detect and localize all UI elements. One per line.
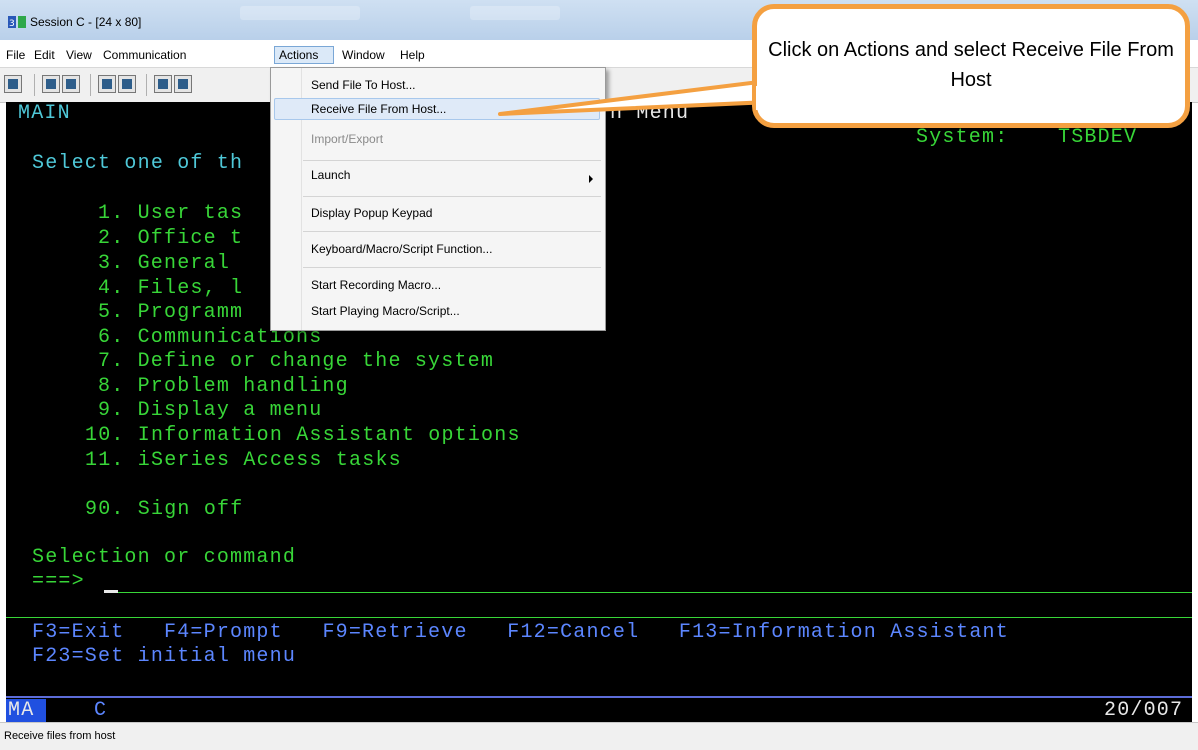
menu-communication[interactable]: Communication [99, 46, 190, 64]
screen-prompt: Select one of th [32, 152, 244, 175]
toolbar-separator [34, 74, 35, 96]
app-icon: 3 [8, 16, 26, 28]
function-keys-row: F3=Exit F4=Prompt F9=Retrieve F12=Cancel… [32, 621, 1009, 644]
function-keys-row: F23=Set initial menu [32, 645, 297, 668]
menu-option: 11. iSeries Access tasks [85, 449, 402, 472]
text-cursor [104, 590, 118, 593]
system-label: System: [916, 126, 1009, 149]
menu-separator [303, 231, 601, 232]
status-text: Receive files from host [4, 730, 116, 742]
toolbar-separator [146, 74, 147, 96]
selection-label: Selection or command [32, 546, 297, 569]
status-bar: Receive files from host [0, 722, 1198, 750]
menu-option: 1. User tas [98, 202, 244, 225]
menu-item-launch[interactable]: Launch [311, 164, 591, 186]
system-name: TSBDEV [1058, 126, 1138, 149]
menu-window[interactable]: Window [338, 46, 389, 64]
menu-option: 10. Information Assistant options [85, 424, 521, 447]
screen-menu-id: MAIN [18, 102, 71, 125]
menu-item-keyboard-macro[interactable]: Keyboard/Macro/Script Function... [311, 238, 591, 260]
title-bar-glare [470, 6, 560, 20]
callout-text: Click on Actions and select Receive File… [768, 39, 1174, 91]
menu-item-import-export: Import/Export [311, 132, 384, 146]
menu-actions[interactable]: Actions [274, 46, 334, 64]
menu-item-start-recording[interactable]: Start Recording Macro... [311, 274, 591, 296]
title-bar-glare [240, 6, 360, 20]
submenu-arrow-icon [589, 175, 593, 183]
menu-separator [303, 196, 601, 197]
menu-separator [303, 267, 601, 268]
svg-text:3: 3 [9, 19, 15, 28]
emulator-window: 3 Session C - [24 x 80] File Edit View C… [0, 0, 1198, 750]
divider [6, 617, 1192, 618]
oia-cursor-position: 20/007 [1104, 699, 1184, 722]
menu-option: 9. Display a menu [98, 399, 323, 422]
menu-file[interactable]: File [2, 46, 29, 64]
callout-pointer-mask [756, 86, 780, 110]
menu-option: 7. Define or change the system [98, 350, 495, 373]
print-screen-icon[interactable] [4, 75, 22, 93]
menu-item-start-playing[interactable]: Start Playing Macro/Script... [311, 300, 591, 322]
receive-file-icon[interactable] [118, 75, 136, 93]
command-input[interactable] [118, 592, 1192, 593]
menu-option: 5. Programm [98, 301, 244, 324]
paste-icon[interactable] [62, 75, 80, 93]
send-file-icon[interactable] [98, 75, 116, 93]
macro-icon[interactable] [174, 75, 192, 93]
window-title: Session C - [24 x 80] [30, 15, 142, 29]
menu-help[interactable]: Help [396, 46, 429, 64]
callout-pointer [498, 78, 777, 116]
menu-view[interactable]: View [62, 46, 96, 64]
toolbar-separator [90, 74, 91, 96]
menu-edit[interactable]: Edit [30, 46, 59, 64]
menu-option: 3. General [98, 252, 244, 275]
display-keypad-icon[interactable] [154, 75, 172, 93]
menu-option: 90. Sign off [85, 498, 244, 521]
menu-separator [303, 160, 601, 161]
copy-icon[interactable] [42, 75, 60, 93]
menu-option: 2. Office t [98, 227, 244, 250]
menu-option: 4. Files, l [98, 277, 244, 300]
oia-divider [6, 696, 1192, 698]
menu-option: 8. Problem handling [98, 375, 349, 398]
oia-session: C [94, 699, 108, 722]
oia-status: MA [8, 699, 35, 722]
menu-item-popup-keypad[interactable]: Display Popup Keypad [311, 202, 591, 224]
instruction-callout: Click on Actions and select Receive File… [752, 4, 1190, 128]
command-prompt: ===> [32, 570, 85, 593]
